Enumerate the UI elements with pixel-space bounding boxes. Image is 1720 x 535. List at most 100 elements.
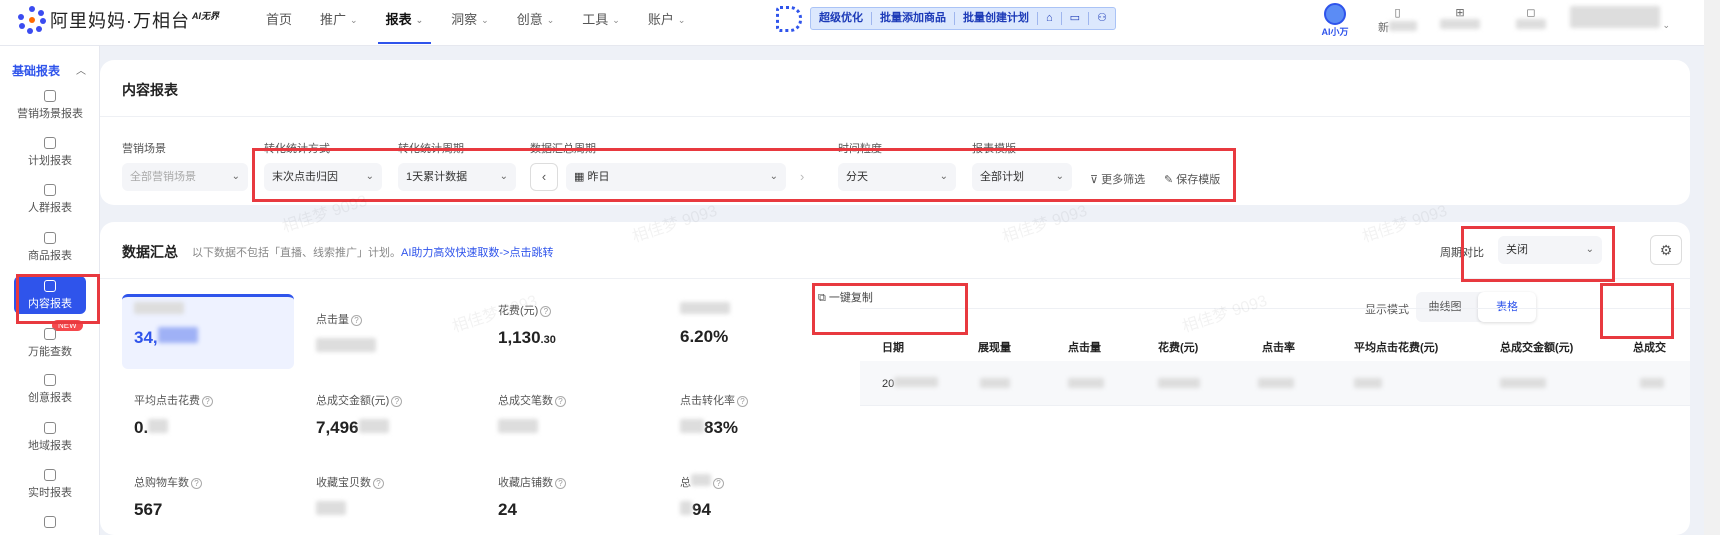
nav-creative[interactable]: 创意 ⌄ <box>503 0 569 40</box>
nav-label: 推广 <box>320 12 347 27</box>
logo-icon <box>18 6 46 34</box>
notification-button[interactable]: ◻ <box>1516 6 1546 32</box>
nav-label: 洞察 <box>451 12 478 27</box>
table-divider <box>860 308 1690 309</box>
table-header-ctr[interactable]: 点击率 <box>1262 339 1295 355</box>
nav-insight[interactable]: 洞察 ⌄ <box>437 0 503 40</box>
help-icon[interactable]: ? <box>391 396 403 407</box>
settings-gear-icon[interactable]: ⚙ <box>1650 235 1682 265</box>
account-menu[interactable]: ⌄ <box>1570 6 1670 31</box>
metric-card[interactable]: 点击转化率? 83% <box>680 392 840 438</box>
nav-home[interactable]: 首页 <box>252 0 306 40</box>
metric-label: 收藏宝贝数 <box>316 477 371 489</box>
quick-batch-add-products[interactable]: 批量添加商品 <box>872 12 955 25</box>
table-divider <box>860 405 1690 406</box>
table-header-cost[interactable]: 花费(元) <box>1158 339 1198 355</box>
sidebar-item-audience-report[interactable]: 人群报表 <box>0 184 100 215</box>
page-title: 内容报表 <box>122 82 178 98</box>
metric-card[interactable]: 总? 94 <box>680 474 840 520</box>
highlight-box <box>1600 283 1674 339</box>
logo[interactable]: 阿里妈妈·万相台 AI无界 <box>18 6 219 34</box>
ai-assistant-label: AI小万 <box>1321 27 1349 37</box>
ai-assistant[interactable]: AI小万 <box>1318 3 1352 38</box>
apps-grid-icon: ⊞ <box>1455 7 1465 19</box>
help-icon[interactable]: ? <box>540 306 552 317</box>
help-icon[interactable]: ? <box>713 478 724 489</box>
metric-card[interactable]: 收藏宝贝数? <box>316 474 476 520</box>
scene-value: 全部营销场景 <box>130 171 196 183</box>
nav-label: 工具 <box>582 12 609 27</box>
help-icon[interactable]: ? <box>555 396 566 407</box>
report-icon <box>44 469 56 481</box>
table-header-gmv[interactable]: 总成交金额(元) <box>1500 339 1573 355</box>
sidebar-item-realtime-report[interactable]: 实时报表 <box>0 469 100 500</box>
metric-card[interactable]: 平均点击花费? 0. <box>134 392 294 438</box>
metric-label: 点击转化率 <box>680 395 735 407</box>
row-ctr <box>1258 378 1294 388</box>
metric-card[interactable]: 总成交笔数? <box>498 392 658 438</box>
divider <box>100 278 1690 279</box>
metric-value: 83% <box>704 418 739 437</box>
metric-label: 总成交金额(元) <box>316 395 390 407</box>
help-icon[interactable]: ? <box>191 478 202 489</box>
report-icon <box>44 90 56 102</box>
highlight-box <box>1461 226 1615 282</box>
sidebar-item-region-report[interactable]: 地域报表 <box>0 422 100 453</box>
vertical-scrollbar[interactable] <box>1704 0 1720 535</box>
table-header-clicks[interactable]: 点击量 <box>1068 339 1101 355</box>
shop-icon[interactable]: ⌂ <box>1038 12 1062 25</box>
sidebar-item-label: 人群报表 <box>28 202 72 214</box>
sidebar-item-label: 创意报表 <box>28 392 72 404</box>
table-header-impressions[interactable]: 展现量 <box>978 339 1011 355</box>
chevron-up-icon[interactable]: ︿ <box>76 62 86 77</box>
metric-label: 总购物车数 <box>134 477 189 489</box>
metric-value-decimal: .30 <box>540 334 556 346</box>
sidebar-section-title[interactable]: 基础报表 <box>12 62 60 79</box>
divider <box>100 116 1690 117</box>
new-doc-label: 新 <box>1378 22 1389 34</box>
metric-card[interactable]: 总购物车数? 567 <box>134 474 294 520</box>
message-icon[interactable]: ▭ <box>1062 12 1090 25</box>
table-header-date[interactable]: 日期 <box>882 339 904 355</box>
chevron-down-icon: ⌄ <box>350 15 358 25</box>
sidebar-item-plan-report[interactable]: 计划报表 <box>0 137 100 168</box>
nav-tools[interactable]: 工具 ⌄ <box>568 0 634 40</box>
tool-logo-icon[interactable] <box>776 6 802 32</box>
sidebar-item-product-report[interactable]: 商品报表 <box>0 232 100 263</box>
help-icon[interactable]: ? <box>737 396 748 407</box>
table-header-orders[interactable]: 总成交 <box>1633 339 1686 355</box>
mode-line-chart[interactable]: 曲线图 <box>1416 292 1474 322</box>
sidebar-item-universal-query[interactable]: 万能查数 <box>0 328 100 359</box>
quick-batch-create-plans[interactable]: 批量创建计划 <box>955 12 1038 25</box>
quick-super-optimize[interactable]: 超级优化 <box>811 12 872 25</box>
metric-card[interactable]: 34, <box>134 302 294 348</box>
apps-button[interactable]: ⊞ <box>1440 6 1480 32</box>
nav-account[interactable]: 账户 ⌄ <box>634 0 700 40</box>
chevron-down-icon: ⌄ <box>612 15 620 25</box>
metric-value: 567 <box>134 500 163 519</box>
sidebar-item-more[interactable] <box>0 516 100 531</box>
help-icon[interactable]: ? <box>555 478 566 489</box>
row-gmv <box>1500 378 1546 388</box>
nav-reports[interactable]: 报表 ⌄ <box>372 0 438 44</box>
metric-label: 总 <box>680 477 691 489</box>
sidebar-item-creative-report[interactable]: 创意报表 <box>0 374 100 405</box>
mode-table[interactable]: 表格 <box>1478 292 1536 322</box>
nav-label: 创意 <box>516 12 543 27</box>
nav-promotion[interactable]: 推广 ⌄ <box>306 0 372 40</box>
new-doc-button[interactable]: ▯ 新 <box>1378 6 1417 35</box>
ai-query-link[interactable]: AI助力高效快速取数->点击跳转 <box>401 247 553 259</box>
user-icon[interactable]: ⚇ <box>1089 12 1115 25</box>
table-header-cpc[interactable]: 平均点击花费(元) <box>1354 339 1438 355</box>
report-icon <box>44 328 56 340</box>
help-icon[interactable]: ? <box>373 478 384 489</box>
metric-card[interactable]: 收藏店铺数? 24 <box>498 474 658 520</box>
chevron-down-icon: ⌄ <box>1660 20 1671 30</box>
metric-card[interactable]: 总成交金额(元)? 7,496 <box>316 392 476 438</box>
highlight-box <box>812 283 968 335</box>
help-icon[interactable]: ? <box>202 396 213 407</box>
metric-value: 6.20% <box>680 327 729 346</box>
scene-select[interactable]: 全部营销场景 ⌄ <box>122 163 248 191</box>
help-icon[interactable]: ? <box>351 315 362 326</box>
sidebar-item-scene-report[interactable]: 营销场景报表 <box>0 90 100 121</box>
